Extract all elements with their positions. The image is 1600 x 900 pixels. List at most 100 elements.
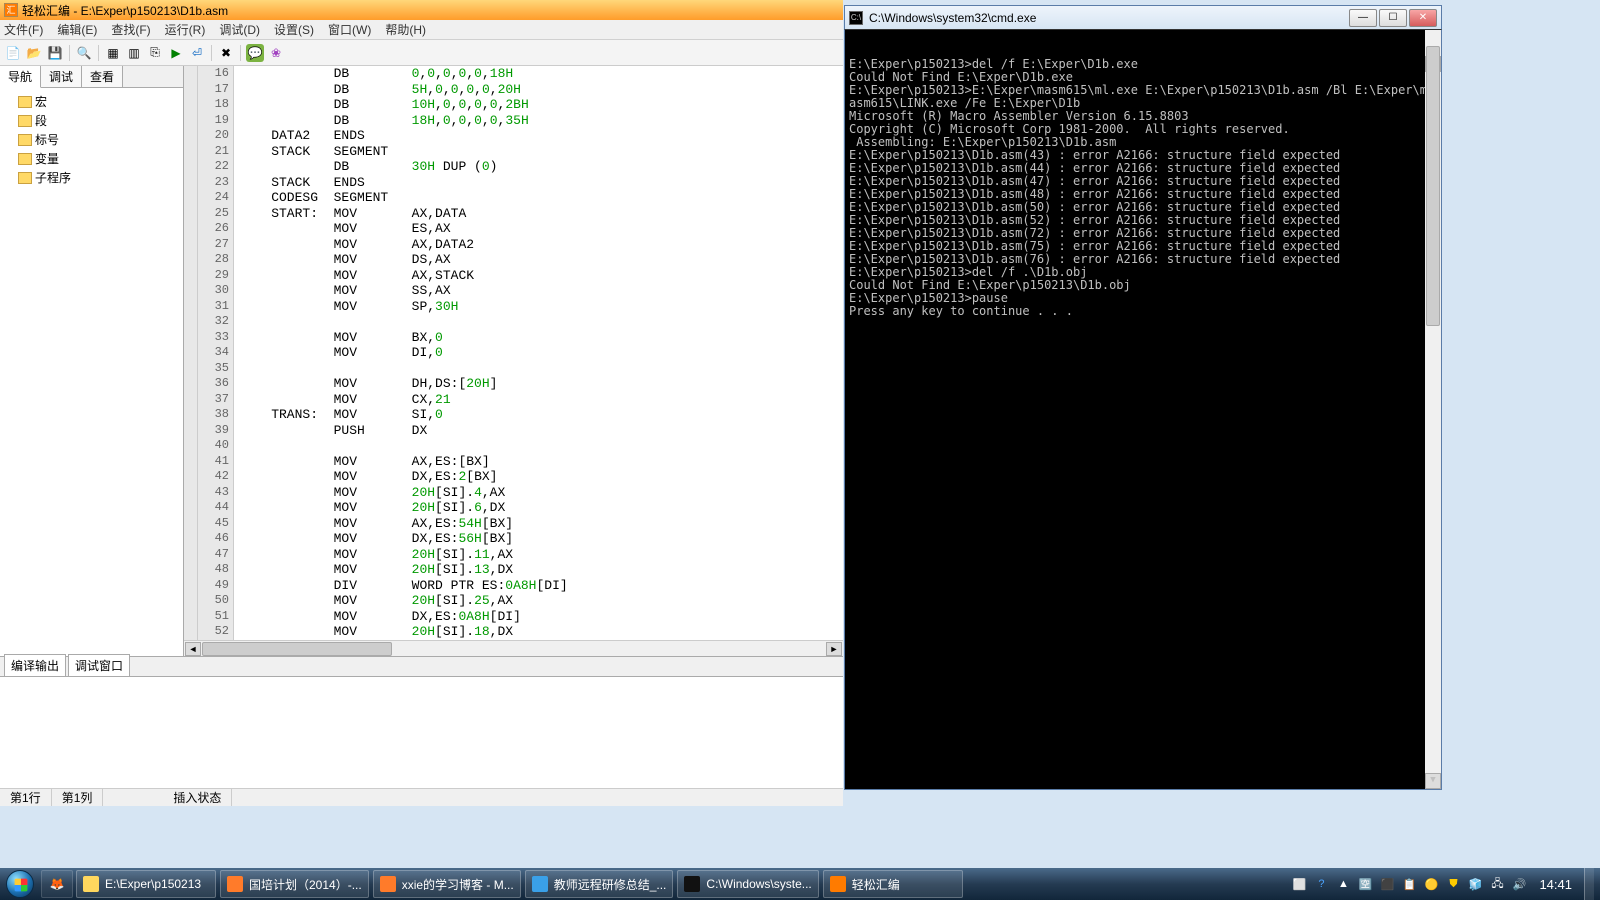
- tray-icon[interactable]: ⬛: [1379, 876, 1395, 892]
- minimize-button[interactable]: —: [1349, 9, 1377, 27]
- chevron-up-icon[interactable]: ▲: [1335, 876, 1351, 892]
- open-icon[interactable]: 📂: [25, 44, 43, 62]
- code-line[interactable]: 31 MOV SP,30H: [184, 299, 843, 315]
- sidebar-tab-view[interactable]: 查看: [82, 66, 123, 87]
- code-line[interactable]: 48 MOV 20H[SI].13,DX: [184, 562, 843, 578]
- menu-settings[interactable]: 设置(S): [274, 21, 314, 38]
- code-line[interactable]: 23 STACK ENDS: [184, 175, 843, 191]
- code-line[interactable]: 51 MOV DX,ES:0A8H[DI]: [184, 609, 843, 625]
- code-editor[interactable]: 16 DB 0,0,0,0,0,18H17 DB 5H,0,0,0,0,20H1…: [184, 66, 843, 656]
- find-icon[interactable]: 🔍: [75, 44, 93, 62]
- scroll-thumb[interactable]: [1426, 46, 1440, 326]
- menu-edit[interactable]: 编辑(E): [57, 21, 97, 38]
- scroll-right-icon[interactable]: ►: [826, 642, 842, 656]
- code-line[interactable]: 19 DB 18H,0,0,0,0,35H: [184, 113, 843, 129]
- code-line[interactable]: 18 DB 10H,0,0,0,0,2BH: [184, 97, 843, 113]
- help-icon[interactable]: ?: [1313, 876, 1329, 892]
- step-icon[interactable]: ⏎: [188, 44, 206, 62]
- save-icon[interactable]: 💾: [46, 44, 64, 62]
- scroll-thumb[interactable]: [202, 642, 392, 656]
- tray-icon[interactable]: 🟡: [1423, 876, 1439, 892]
- tree-item-proc[interactable]: 子程序: [4, 168, 179, 187]
- menu-find[interactable]: 查找(F): [111, 21, 150, 38]
- taskbar-task[interactable]: 国培计划（2014）-...: [220, 870, 369, 898]
- code-line[interactable]: 32: [184, 314, 843, 330]
- taskbar-task[interactable]: 轻松汇编: [823, 870, 963, 898]
- code-line[interactable]: 33 MOV BX,0: [184, 330, 843, 346]
- editor-hscrollbar[interactable]: ◄ ►: [184, 640, 843, 656]
- clock[interactable]: 14:41: [1533, 877, 1578, 892]
- sidebar-tab-debug[interactable]: 调试: [41, 66, 82, 87]
- code-line[interactable]: 25 START: MOV AX,DATA: [184, 206, 843, 222]
- tray-icon[interactable]: ⬜: [1291, 876, 1307, 892]
- build-icon[interactable]: ▥: [125, 44, 143, 62]
- close-button[interactable]: ✕: [1409, 9, 1437, 27]
- code-line[interactable]: 49 DIV WORD PTR ES:0A8H[DI]: [184, 578, 843, 594]
- settings-icon[interactable]: ✖: [217, 44, 235, 62]
- taskbar-task[interactable]: E:\Exper\p150213: [76, 870, 216, 898]
- paint-icon[interactable]: ❀: [267, 44, 285, 62]
- cmd-output[interactable]: E:\Exper\p150213>del /f E:\Exper\D1b.exe…: [844, 29, 1442, 790]
- code-line[interactable]: 24 CODESG SEGMENT: [184, 190, 843, 206]
- menu-debug[interactable]: 调试(D): [219, 21, 260, 38]
- code-line[interactable]: 26 MOV ES,AX: [184, 221, 843, 237]
- tree-item-segment[interactable]: 段: [4, 111, 179, 130]
- code-line[interactable]: 37 MOV CX,21: [184, 392, 843, 408]
- code-line[interactable]: 36 MOV DH,DS:[20H]: [184, 376, 843, 392]
- taskbar-task[interactable]: 教师远程研修总结_...: [525, 870, 674, 898]
- network-icon[interactable]: 🖧: [1489, 876, 1505, 892]
- code-line[interactable]: 20 DATA2 ENDS: [184, 128, 843, 144]
- tab-compile-output[interactable]: 编译输出: [4, 654, 66, 676]
- code-line[interactable]: 21 STACK SEGMENT: [184, 144, 843, 160]
- tree-item-var[interactable]: 变量: [4, 149, 179, 168]
- code-line[interactable]: 38 TRANS: MOV SI,0: [184, 407, 843, 423]
- shield-icon[interactable]: ⛊: [1445, 876, 1461, 892]
- code-line[interactable]: 39 PUSH DX: [184, 423, 843, 439]
- code-line[interactable]: 46 MOV DX,ES:56H[BX]: [184, 531, 843, 547]
- show-desktop-button[interactable]: [1584, 868, 1594, 900]
- code-line[interactable]: 29 MOV AX,STACK: [184, 268, 843, 284]
- taskbar-task[interactable]: C:\Windows\syste...: [677, 870, 818, 898]
- output-pane[interactable]: [0, 676, 843, 788]
- pinned-app[interactable]: 🦊: [41, 870, 73, 898]
- code-line[interactable]: 50 MOV 20H[SI].25,AX: [184, 593, 843, 609]
- cmd-titlebar[interactable]: C:\ C:\Windows\system32\cmd.exe — ☐ ✕: [844, 5, 1442, 29]
- compile-icon[interactable]: ▦: [104, 44, 122, 62]
- tray-icon[interactable]: 📋: [1401, 876, 1417, 892]
- menu-run[interactable]: 运行(R): [165, 21, 206, 38]
- code-line[interactable]: 40: [184, 438, 843, 454]
- tray-icon[interactable]: 🈳: [1357, 876, 1373, 892]
- scroll-down-icon[interactable]: ▼: [1425, 773, 1441, 789]
- run-icon[interactable]: ▶: [167, 44, 185, 62]
- code-line[interactable]: 41 MOV AX,ES:[BX]: [184, 454, 843, 470]
- code-line[interactable]: 34 MOV DI,0: [184, 345, 843, 361]
- chat-icon[interactable]: 💬: [246, 44, 264, 62]
- sidebar-tab-nav[interactable]: 导航: [0, 66, 41, 88]
- scroll-left-icon[interactable]: ◄: [185, 642, 201, 656]
- taskbar-task[interactable]: xxie的学习博客 - M...: [373, 870, 521, 898]
- code-line[interactable]: 35: [184, 361, 843, 377]
- code-line[interactable]: 30 MOV SS,AX: [184, 283, 843, 299]
- start-button[interactable]: [0, 868, 40, 900]
- new-icon[interactable]: 📄: [4, 44, 22, 62]
- editor-titlebar[interactable]: 汇 轻松汇编 - E:\Exper\p150213\D1b.asm: [0, 0, 843, 20]
- code-line[interactable]: 52 MOV 20H[SI].18,DX: [184, 624, 843, 640]
- code-line[interactable]: 45 MOV AX,ES:54H[BX]: [184, 516, 843, 532]
- code-line[interactable]: 22 DB 30H DUP (0): [184, 159, 843, 175]
- cmd-vscrollbar[interactable]: ▲ ▼: [1425, 30, 1441, 789]
- code-line[interactable]: 44 MOV 20H[SI].6,DX: [184, 500, 843, 516]
- code-line[interactable]: 47 MOV 20H[SI].11,AX: [184, 547, 843, 563]
- menu-file[interactable]: 文件(F): [4, 21, 43, 38]
- tree-item-macro[interactable]: 宏: [4, 92, 179, 111]
- code-line[interactable]: 28 MOV DS,AX: [184, 252, 843, 268]
- code-line[interactable]: 43 MOV 20H[SI].4,AX: [184, 485, 843, 501]
- maximize-button[interactable]: ☐: [1379, 9, 1407, 27]
- code-line[interactable]: 27 MOV AX,DATA2: [184, 237, 843, 253]
- code-line[interactable]: 17 DB 5H,0,0,0,0,20H: [184, 82, 843, 98]
- tray-icon[interactable]: 🧊: [1467, 876, 1483, 892]
- code-line[interactable]: 42 MOV DX,ES:2[BX]: [184, 469, 843, 485]
- tab-debug-window[interactable]: 调试窗口: [68, 654, 130, 676]
- menu-window[interactable]: 窗口(W): [328, 21, 371, 38]
- tree-item-label[interactable]: 标号: [4, 130, 179, 149]
- menu-help[interactable]: 帮助(H): [385, 21, 426, 38]
